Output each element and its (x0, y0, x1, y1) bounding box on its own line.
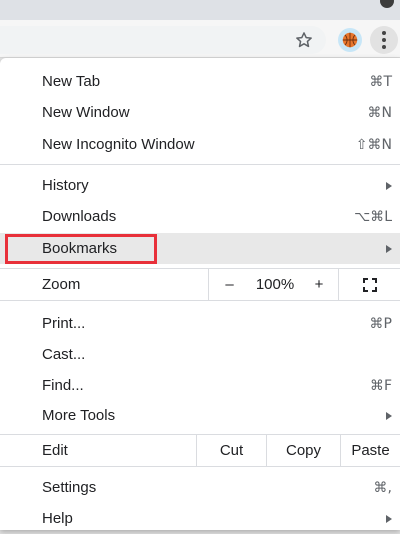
zoom-label: Zoom (42, 276, 81, 293)
shortcut-label: ⌥⌘L (354, 208, 392, 225)
paste-button[interactable]: Paste (340, 435, 400, 466)
edit-row: Edit Cut Copy Paste (0, 435, 400, 466)
submenu-arrow-icon (386, 244, 392, 253)
menu-item-label: Settings (42, 479, 97, 496)
menu-item-label: Find... (42, 377, 84, 394)
fullscreen-button[interactable] (338, 269, 400, 300)
zoom-in-label: + (314, 276, 324, 293)
paste-label: Paste (351, 442, 390, 459)
basketball-icon (342, 32, 358, 48)
menu-dot (382, 31, 386, 35)
menu-dot (382, 38, 386, 42)
menu-separator (0, 466, 400, 467)
shortcut-label: ⌘N (367, 104, 392, 121)
zoom-level-value: 100% (255, 276, 295, 293)
submenu-arrow-icon (386, 411, 392, 420)
zoom-row: Zoom – 100% + (0, 269, 400, 300)
menu-item-help[interactable]: Help (0, 503, 400, 534)
menu-item-label: Print... (42, 315, 86, 332)
menu-item-print[interactable]: Print... ⌘P (0, 308, 400, 339)
menu-item-new-window[interactable]: New Window ⌘N (0, 97, 400, 128)
copy-label: Copy (285, 442, 322, 459)
menu-item-label: More Tools (42, 407, 116, 424)
tab-close-icon[interactable] (380, 0, 394, 8)
menu-item-downloads[interactable]: Downloads ⌥⌘L (0, 201, 400, 232)
submenu-arrow-icon (386, 181, 392, 190)
profile-avatar[interactable] (338, 28, 362, 52)
menu-item-label: Downloads (42, 208, 117, 225)
edit-label: Edit (42, 442, 68, 459)
menu-item-cast[interactable]: Cast... (0, 339, 400, 370)
zoom-level-display: 100% (250, 269, 300, 300)
menu-item-label: Help (42, 510, 73, 527)
menu-item-label: History (42, 177, 89, 194)
submenu-arrow-icon (386, 514, 392, 523)
chrome-main-menu: New Tab ⌘T New Window ⌘N New Incognito W… (0, 58, 400, 530)
menu-separator (0, 164, 400, 165)
cut-button[interactable]: Cut (196, 435, 266, 466)
menu-item-label: New Incognito Window (42, 136, 195, 153)
menu-item-new-incognito-window[interactable]: New Incognito Window ⇧⌘N (0, 129, 400, 160)
shortcut-label: ⌘F (369, 377, 392, 394)
menu-dot (382, 45, 386, 49)
fullscreen-icon (362, 277, 377, 292)
shortcut-label: ⌘T (369, 73, 392, 90)
cut-label: Cut (219, 442, 244, 459)
shortcut-label: ⌘, (373, 479, 392, 496)
zoom-out-button[interactable]: – (208, 269, 250, 300)
menu-item-more-tools[interactable]: More Tools (0, 400, 400, 431)
menu-separator (0, 300, 400, 301)
copy-button[interactable]: Copy (266, 435, 340, 466)
zoom-in-button[interactable]: + (300, 269, 338, 300)
highlight-annotation-box (5, 234, 157, 264)
chrome-menu-button[interactable] (370, 26, 398, 54)
menu-item-find[interactable]: Find... ⌘F (0, 370, 400, 401)
tab-strip (0, 0, 400, 20)
menu-item-label: Cast... (42, 346, 86, 363)
zoom-out-label: – (225, 276, 234, 293)
menu-item-label: New Tab (42, 73, 101, 90)
shortcut-label: ⇧⌘N (355, 136, 392, 153)
menu-item-label: New Window (42, 104, 130, 121)
shortcut-label: ⌘P (369, 315, 392, 332)
menu-item-settings[interactable]: Settings ⌘, (0, 472, 400, 503)
address-bar[interactable] (0, 26, 326, 54)
menu-item-history[interactable]: History (0, 170, 400, 201)
bookmark-star-icon[interactable] (294, 30, 314, 50)
menu-item-new-tab[interactable]: New Tab ⌘T (0, 66, 400, 97)
